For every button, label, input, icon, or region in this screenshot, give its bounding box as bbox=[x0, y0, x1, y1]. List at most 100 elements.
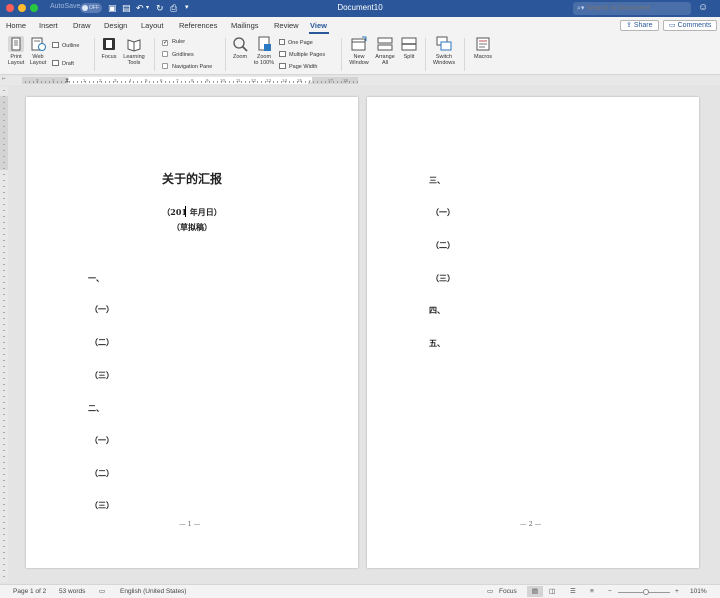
tab-review[interactable]: Review bbox=[274, 21, 299, 30]
switch-windows-button[interactable]: Switch Windows bbox=[429, 36, 459, 66]
navigation-pane-checkbox[interactable]: Navigation Pane bbox=[162, 63, 212, 71]
vertical-ruler-tick bbox=[3, 318, 5, 319]
date-line: （201 年月日） bbox=[162, 207, 222, 217]
tab-stop-selector-icon[interactable]: ⌐ bbox=[2, 76, 6, 82]
vertical-ruler-tick bbox=[3, 432, 5, 433]
zoom-100-label-2: to 100% bbox=[253, 60, 275, 66]
ruler-tick bbox=[337, 81, 338, 83]
outline-button[interactable]: Outline bbox=[52, 42, 79, 50]
word-count[interactable]: 53 words bbox=[59, 588, 85, 596]
ruler-tick bbox=[297, 81, 298, 83]
comment-icon: ▭ bbox=[669, 22, 678, 29]
ruler-tick bbox=[209, 81, 210, 83]
close-window-button[interactable] bbox=[6, 4, 14, 12]
tab-draw[interactable]: Draw bbox=[73, 21, 91, 30]
tab-mailings[interactable]: Mailings bbox=[231, 21, 259, 30]
vertical-ruler[interactable] bbox=[0, 86, 8, 582]
comments-button[interactable]: ▭ Comments bbox=[663, 20, 718, 31]
vertical-ruler-tick bbox=[3, 306, 5, 307]
ruler-tick bbox=[57, 81, 58, 83]
share-label: Share bbox=[633, 22, 653, 29]
focus-mode-icon[interactable]: ▭ bbox=[487, 588, 493, 596]
ruler-tick bbox=[129, 81, 130, 83]
zoom-100-button[interactable]: Zoom to 100% bbox=[251, 36, 277, 66]
undo-icon[interactable]: ↶ bbox=[136, 2, 144, 14]
vertical-ruler-tick bbox=[3, 528, 5, 529]
vertical-ruler-tick bbox=[3, 168, 5, 169]
section-heading: 一、 bbox=[88, 273, 104, 283]
share-button[interactable]: ⇪ Share bbox=[620, 20, 659, 31]
redo-icon[interactable]: ↻ bbox=[156, 2, 164, 14]
page-width-button[interactable]: Page Width bbox=[279, 63, 317, 71]
minimize-window-button[interactable] bbox=[18, 4, 26, 12]
gridlines-checkbox[interactable]: Gridlines bbox=[162, 51, 194, 59]
ruler-tick bbox=[73, 81, 74, 83]
document-page-1[interactable]: 关于的汇报 （201 年月日） （草拟稿） 一、 （一） （二） （三） 二、 … bbox=[26, 97, 358, 568]
one-page-button[interactable]: One Page bbox=[279, 39, 313, 47]
vertical-ruler-tick bbox=[3, 534, 5, 535]
navigation-pane-check-icon bbox=[162, 63, 168, 69]
draft-icon bbox=[52, 60, 59, 66]
vertical-ruler-tick bbox=[3, 330, 5, 331]
vertical-ruler-tick bbox=[3, 156, 5, 157]
web-layout-button[interactable]: Web Layout bbox=[28, 36, 48, 66]
tab-home[interactable]: Home bbox=[6, 21, 26, 30]
zoom-button[interactable]: Zoom bbox=[229, 36, 251, 60]
tab-design[interactable]: Design bbox=[104, 21, 127, 30]
new-window-button[interactable]: New Window bbox=[346, 36, 372, 66]
zoom-window-button[interactable] bbox=[30, 4, 38, 12]
draft-view-icon[interactable]: ≡ bbox=[590, 588, 594, 596]
search-input[interactable] bbox=[586, 5, 677, 12]
macros-icon bbox=[476, 37, 490, 51]
ruler-tick bbox=[269, 81, 270, 83]
outline-icon bbox=[52, 42, 59, 48]
multiple-pages-button[interactable]: Multiple Pages bbox=[279, 51, 325, 59]
save-icon[interactable]: ▤ bbox=[122, 2, 131, 14]
one-page-icon bbox=[279, 39, 285, 45]
document-page-2[interactable]: 三、 （一） （二） （三） 四、 五、 — 2 — bbox=[367, 97, 699, 568]
ruler-tick bbox=[325, 81, 326, 83]
print-layout-view-icon[interactable]: ▤ bbox=[527, 586, 543, 597]
ruler-tick bbox=[357, 81, 358, 83]
ruler-tick bbox=[117, 81, 118, 83]
tab-references[interactable]: References bbox=[179, 21, 217, 30]
print-icon[interactable]: ⎙ bbox=[170, 2, 177, 14]
outline-view-icon[interactable]: ☰ bbox=[570, 588, 576, 596]
undo-dropdown-icon[interactable]: ▾ bbox=[146, 2, 149, 14]
ruler-tick bbox=[333, 81, 334, 83]
learning-tools-button[interactable]: Learning Tools bbox=[120, 36, 148, 66]
home-icon[interactable]: ▣ bbox=[108, 2, 117, 14]
outline-label: Outline bbox=[62, 43, 80, 49]
focus-button[interactable]: Focus bbox=[98, 36, 120, 60]
vertical-ruler-tick bbox=[3, 126, 5, 127]
vertical-ruler-tick bbox=[3, 336, 5, 337]
zoom-level[interactable]: 101% bbox=[690, 588, 707, 596]
zoom-in-icon[interactable]: + bbox=[675, 588, 679, 596]
tab-layout[interactable]: Layout bbox=[141, 21, 164, 30]
focus-mode-label[interactable]: Focus bbox=[499, 588, 517, 596]
macros-button[interactable]: Macros bbox=[468, 36, 498, 60]
horizontal-ruler[interactable]: 2 1 1 2 3 4 5 6 7 8 9 10 11 12 13 14 15 … bbox=[22, 77, 358, 85]
page-number: — 1 — bbox=[179, 520, 201, 528]
search-box[interactable]: ⌕▾ bbox=[573, 2, 691, 15]
page-count[interactable]: Page 1 of 2 bbox=[13, 588, 46, 596]
print-layout-button[interactable]: Print Layout bbox=[4, 36, 28, 66]
vertical-ruler-tick bbox=[3, 402, 5, 403]
arrange-all-button[interactable]: Arrange All bbox=[372, 36, 398, 66]
tab-insert[interactable]: Insert bbox=[39, 21, 58, 30]
draft-button[interactable]: Draft bbox=[52, 60, 74, 68]
ruler-checkbox[interactable]: ✓ Ruler bbox=[162, 39, 185, 46]
account-icon[interactable]: ☺ bbox=[698, 2, 708, 13]
proofing-icon[interactable]: ▭ bbox=[99, 588, 105, 596]
customize-toolbar-icon[interactable]: ▾ bbox=[185, 2, 189, 14]
vertical-ruler-tick bbox=[3, 576, 5, 577]
zoom-slider-handle[interactable] bbox=[643, 589, 649, 595]
web-layout-view-icon[interactable]: ◫ bbox=[549, 588, 555, 596]
split-button[interactable]: Split bbox=[398, 36, 420, 60]
zoom-out-icon[interactable]: − bbox=[608, 588, 612, 596]
vertical-ruler-tick bbox=[3, 144, 5, 145]
tab-view[interactable]: View bbox=[310, 21, 327, 30]
ruler-tick bbox=[281, 81, 282, 83]
autosave-toggle[interactable]: OFF bbox=[80, 3, 102, 13]
language-indicator[interactable]: English (United States) bbox=[120, 588, 186, 596]
